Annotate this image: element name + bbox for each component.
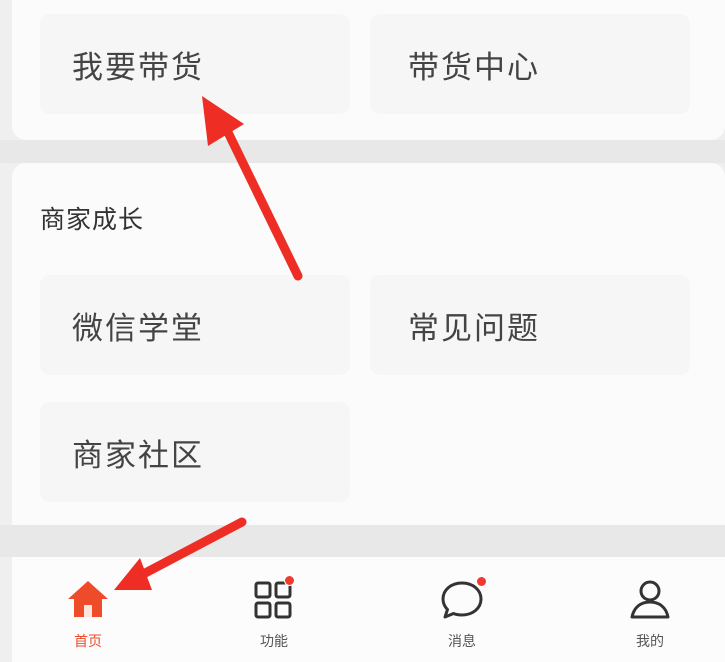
tile-shang-jia-she-qu[interactable]: 商家社区 xyxy=(40,402,350,502)
nav-label-me: 我的 xyxy=(636,634,664,650)
tile-chang-jian-wen-ti[interactable]: 常见问题 xyxy=(370,275,690,375)
tile-label: 微信学堂 xyxy=(72,310,204,347)
nav-item-functions[interactable]: 功能 xyxy=(214,567,334,657)
user-icon xyxy=(626,575,674,623)
tile-label: 带货中心 xyxy=(408,49,540,86)
nav-label-messages: 消息 xyxy=(448,634,476,650)
section-title: 商家成长 xyxy=(40,205,145,234)
message-icon xyxy=(438,575,487,623)
badge-dot xyxy=(284,575,295,586)
tile-dai-huo-zhong-xin[interactable]: 带货中心 xyxy=(370,14,690,114)
section-gap xyxy=(0,140,725,163)
tile-label: 我要带货 xyxy=(72,49,204,86)
tile-label: 常见问题 xyxy=(408,310,540,347)
badge-dot xyxy=(476,576,487,587)
nav-item-home[interactable]: 首页 xyxy=(28,567,148,657)
nav-label-home: 首页 xyxy=(74,634,102,650)
nav-item-me[interactable]: 我的 xyxy=(590,567,710,657)
nav-item-messages[interactable]: 消息 xyxy=(402,567,522,657)
nav-label-functions: 功能 xyxy=(260,634,288,650)
home-icon xyxy=(64,575,112,623)
grid-icon xyxy=(250,575,298,623)
tile-wo-yao-dai-huo[interactable]: 我要带货 xyxy=(40,14,350,114)
section-gap xyxy=(0,525,725,557)
tile-wei-xin-xue-tang[interactable]: 微信学堂 xyxy=(40,275,350,375)
tile-label: 商家社区 xyxy=(72,437,204,474)
